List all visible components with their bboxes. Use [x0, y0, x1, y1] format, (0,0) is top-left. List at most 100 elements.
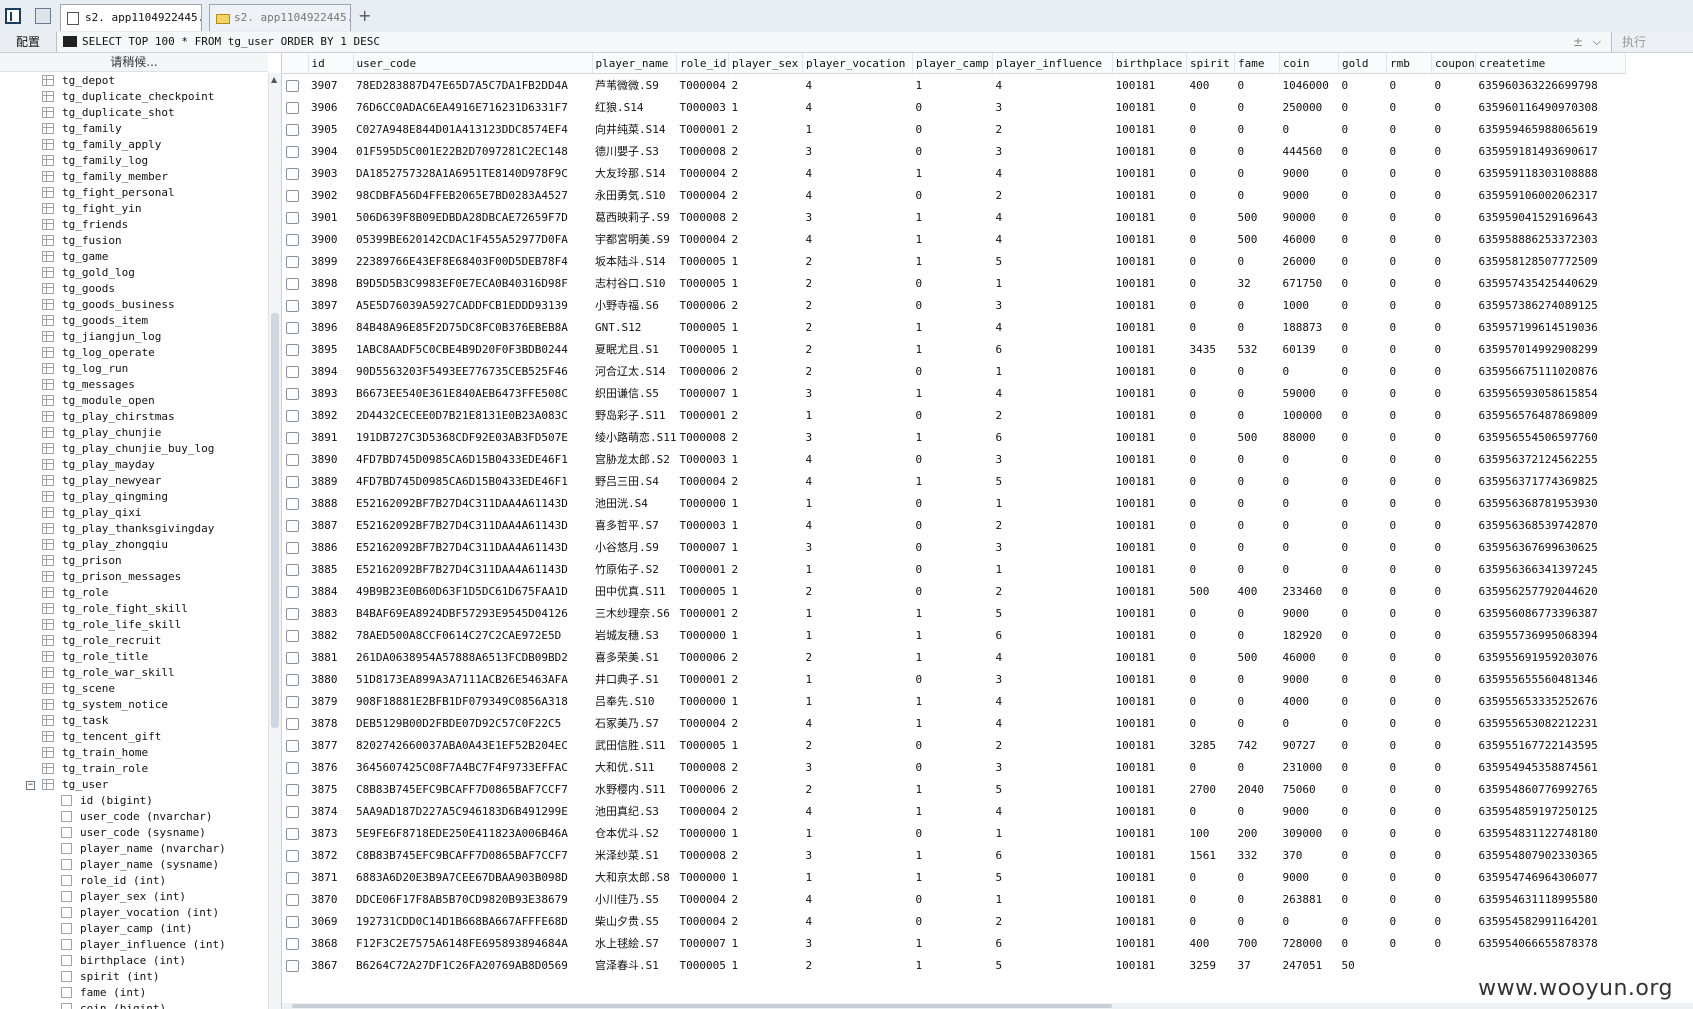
table-row[interactable]: 3871 6883A6D20E3B9A7CEE67DBAA903B098D 大和京太…: [282, 866, 1626, 888]
table-cell[interactable]: 76D6CC0ADAC6EA4916E716231D6331F7: [353, 96, 592, 118]
table-cell[interactable]: 0: [1235, 888, 1280, 910]
table-cell[interactable]: 700: [1235, 932, 1280, 954]
table-cell[interactable]: 2: [729, 888, 803, 910]
table-cell[interactable]: T000000: [677, 624, 729, 646]
tree-item-table[interactable]: tg_family_apply: [0, 137, 268, 153]
table-cell[interactable]: 250000: [1280, 96, 1339, 118]
table-cell[interactable]: 4: [803, 910, 913, 932]
table-cell[interactable]: 1: [803, 118, 913, 140]
row-checkbox-icon[interactable]: [286, 211, 299, 224]
table-cell[interactable]: 100181: [1113, 558, 1187, 580]
table-cell[interactable]: 0: [1387, 360, 1432, 382]
table-cell[interactable]: 635957014992908299: [1476, 338, 1626, 360]
table-cell[interactable]: 0: [1387, 470, 1432, 492]
table-cell[interactable]: 635957435425440629: [1476, 272, 1626, 294]
table-cell[interactable]: 永田勇気.S10: [592, 184, 677, 206]
table-cell[interactable]: 0: [1387, 756, 1432, 778]
table-cell[interactable]: 0: [1339, 910, 1387, 932]
tree-item-column[interactable]: fame (int): [0, 985, 268, 1001]
table-cell[interactable]: 100181: [1113, 822, 1187, 844]
tree-item-table[interactable]: tg_fusion: [0, 233, 268, 249]
table-cell[interactable]: 4000: [1280, 690, 1339, 712]
table-row[interactable]: 3891 191DB727C3D5368CDF92E03AB3FD507E 绫小路萌…: [282, 426, 1626, 448]
table-cell[interactable]: 0: [1387, 602, 1432, 624]
table-cell[interactable]: 0: [913, 756, 993, 778]
tree-item-table[interactable]: tg_log_run: [0, 361, 268, 377]
row-checkbox-icon[interactable]: [286, 849, 299, 862]
table-cell[interactable]: 635955691959203076: [1476, 646, 1626, 668]
table-cell[interactable]: 100181: [1113, 448, 1187, 470]
plus-minus-icon[interactable]: ±: [1573, 32, 1583, 52]
table-cell[interactable]: T000008: [677, 756, 729, 778]
table-cell[interactable]: 0: [1432, 646, 1476, 668]
table-cell[interactable]: T000001: [677, 404, 729, 426]
column-header-player_influence[interactable]: player_influence: [992, 53, 1113, 74]
table-cell[interactable]: 3879: [308, 690, 353, 712]
table-cell[interactable]: T000004: [677, 74, 729, 97]
row-checkbox-icon[interactable]: [286, 497, 299, 510]
table-cell[interactable]: 1: [993, 822, 1113, 844]
table-cell[interactable]: 9000: [1280, 602, 1339, 624]
table-cell[interactable]: 0: [1339, 470, 1387, 492]
table-cell[interactable]: 2: [729, 602, 803, 624]
table-cell[interactable]: 0: [1432, 250, 1476, 272]
table-cell[interactable]: 0: [1187, 712, 1235, 734]
table-cell[interactable]: 3885: [308, 558, 353, 580]
table-row[interactable]: 3901 506D639F8B09EDBDA28DBCAE72659F7D 葛西映莉…: [282, 206, 1626, 228]
tree-item-table[interactable]: tg_goods: [0, 281, 268, 297]
column-header-createtime[interactable]: createtime: [1475, 53, 1626, 74]
table-cell[interactable]: 01F595D5C001E22B2D7097281C2EC148: [353, 140, 592, 162]
table-cell[interactable]: 5AA9AD187D227A5C946183D6B491299E: [353, 800, 592, 822]
table-row[interactable]: 3870 DDCE06F17F8AB5B70CD9820B93E38679 小川佳乃…: [282, 888, 1626, 910]
table-cell[interactable]: 635956366341397245: [1476, 558, 1626, 580]
table-cell[interactable]: 635959465988065619: [1476, 118, 1626, 140]
table-cell[interactable]: 100181: [1113, 932, 1187, 954]
table-cell[interactable]: 2: [803, 734, 913, 756]
table-cell[interactable]: 0: [1187, 294, 1235, 316]
table-cell[interactable]: 0: [913, 184, 993, 206]
table-cell[interactable]: 0: [1432, 580, 1476, 602]
table-row[interactable]: 3874 5AA9AD187D227A5C946183D6B491299E 池田真纪…: [282, 800, 1626, 822]
row-checkbox-icon[interactable]: [286, 717, 299, 730]
table-cell[interactable]: 0: [1432, 514, 1476, 536]
table-cell[interactable]: 635956257792044620: [1476, 580, 1626, 602]
table-cell[interactable]: 野岛彩子.S11: [592, 404, 677, 426]
table-cell[interactable]: 0: [1187, 404, 1235, 426]
table-row[interactable]: 3888 E52162092BF7B27D4C311DAA4A61143D 池田洸.…: [282, 492, 1626, 514]
tree-item-table[interactable]: tg_game: [0, 249, 268, 265]
tree-item-table[interactable]: tg_depot: [0, 73, 268, 89]
table-cell[interactable]: 400: [1187, 74, 1235, 97]
table-cell[interactable]: 0: [1432, 140, 1476, 162]
row-checkbox-icon[interactable]: [286, 783, 299, 796]
tree-item-column[interactable]: role_id (int): [0, 873, 268, 889]
table-cell[interactable]: 0: [1187, 162, 1235, 184]
row-checkbox-icon[interactable]: [286, 233, 299, 246]
table-cell[interactable]: 1046000: [1280, 74, 1339, 97]
row-selector[interactable]: [282, 250, 308, 272]
table-cell[interactable]: 0: [1235, 448, 1280, 470]
window-icon[interactable]: [35, 8, 51, 24]
table-cell[interactable]: 635955655560481346: [1476, 668, 1626, 690]
table-cell[interactable]: T000000: [677, 690, 729, 712]
table-cell[interactable]: 0: [913, 734, 993, 756]
table-cell[interactable]: 0: [1280, 470, 1339, 492]
table-cell[interactable]: 1: [913, 800, 993, 822]
table-cell[interactable]: 0: [913, 888, 993, 910]
table-cell[interactable]: 3875: [308, 778, 353, 800]
table-cell[interactable]: 米泽纱菜.S1: [592, 844, 677, 866]
table-cell[interactable]: 49B9B23E0B60D63F1D5DC61D675FAA1D: [353, 580, 592, 602]
table-cell[interactable]: 0: [1432, 470, 1476, 492]
table-cell[interactable]: 0: [1235, 360, 1280, 382]
table-cell[interactable]: 3887: [308, 514, 353, 536]
row-selector[interactable]: [282, 118, 308, 140]
table-cell[interactable]: 3889: [308, 470, 353, 492]
table-cell[interactable]: 1561: [1187, 844, 1235, 866]
table-cell[interactable]: 2: [993, 404, 1113, 426]
table-cell[interactable]: 0: [1235, 492, 1280, 514]
table-cell[interactable]: 100181: [1113, 206, 1187, 228]
table-cell[interactable]: 3892: [308, 404, 353, 426]
table-cell[interactable]: 0: [1387, 690, 1432, 712]
table-cell[interactable]: 5: [993, 954, 1113, 976]
table-cell[interactable]: 500: [1235, 206, 1280, 228]
table-cell[interactable]: 0: [1187, 668, 1235, 690]
